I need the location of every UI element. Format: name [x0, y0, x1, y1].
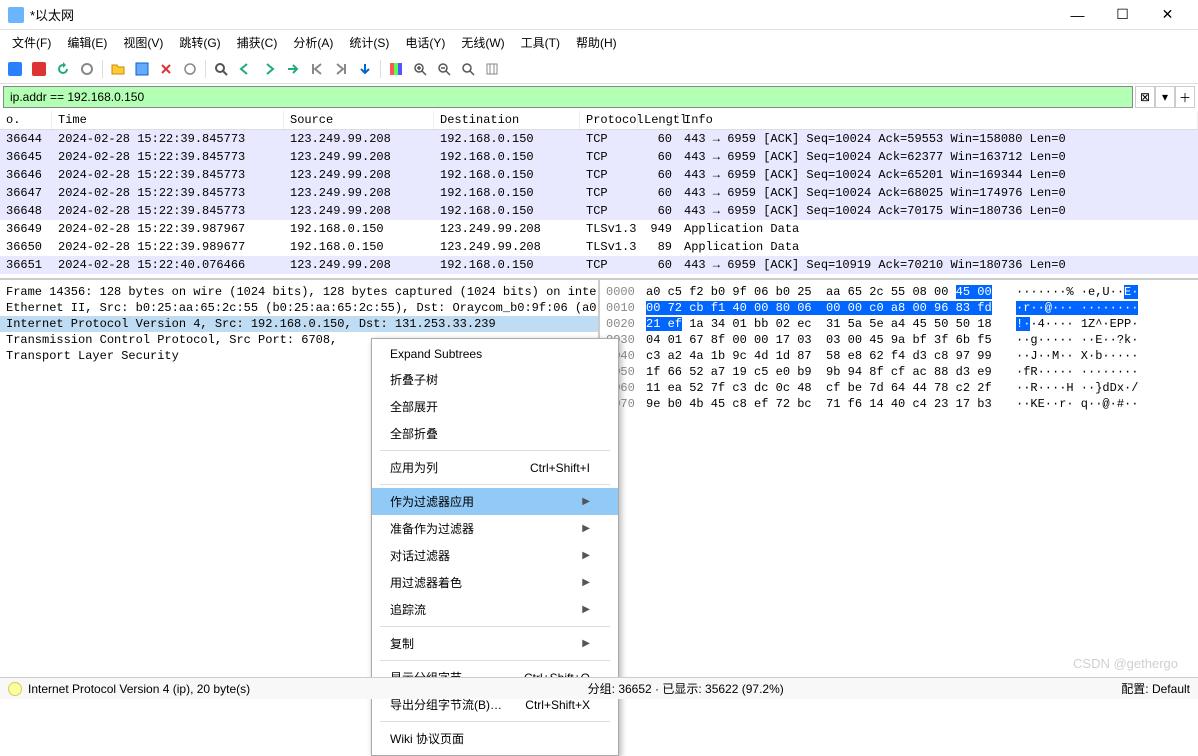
status-right: 配置: Default: [1121, 680, 1190, 697]
col-no[interactable]: o.: [0, 111, 52, 129]
menu-item[interactable]: 分析(A): [285, 32, 341, 53]
menu-item[interactable]: 文件(F): [4, 32, 59, 53]
auto-scroll-icon[interactable]: [354, 58, 376, 80]
context-menu-item[interactable]: 追踪流▶: [372, 596, 618, 623]
zoom-out-icon[interactable]: [433, 58, 455, 80]
stop-capture-icon[interactable]: [28, 58, 50, 80]
capture-options-icon[interactable]: [76, 58, 98, 80]
prev-icon[interactable]: [234, 58, 256, 80]
clear-filter-button[interactable]: ⊠: [1135, 86, 1155, 108]
toolbar: [0, 54, 1198, 84]
context-menu-item[interactable]: 作为过滤器应用▶: [372, 488, 618, 515]
window-title: *以太网: [30, 5, 1055, 24]
find-icon[interactable]: [210, 58, 232, 80]
packet-row[interactable]: 366452024-02-28 15:22:39.845773123.249.9…: [0, 148, 1198, 166]
context-menu-item[interactable]: 复制▶: [372, 630, 618, 657]
menu-item[interactable]: 视图(V): [115, 32, 171, 53]
first-icon[interactable]: [306, 58, 328, 80]
expert-info-icon[interactable]: [8, 682, 22, 696]
last-icon[interactable]: [330, 58, 352, 80]
filter-bar: ⊠ ▾ ＋: [0, 84, 1198, 110]
goto-icon[interactable]: [282, 58, 304, 80]
menu-item[interactable]: 电话(Y): [397, 32, 453, 53]
context-menu-item[interactable]: 用过滤器着色▶: [372, 569, 618, 596]
close-button[interactable]: ✕: [1145, 0, 1190, 30]
packet-row[interactable]: 366512024-02-28 15:22:40.076466123.249.9…: [0, 256, 1198, 274]
menu-item[interactable]: 无线(W): [453, 32, 512, 53]
tree-node[interactable]: Frame 14356: 128 bytes on wire (1024 bit…: [0, 284, 598, 300]
app-icon: [8, 7, 24, 23]
packet-row[interactable]: 366462024-02-28 15:22:39.845773123.249.9…: [0, 166, 1198, 184]
restart-capture-icon[interactable]: [52, 58, 74, 80]
zoom-reset-icon[interactable]: [457, 58, 479, 80]
reload-icon[interactable]: [179, 58, 201, 80]
titlebar: *以太网 — ☐ ✕: [0, 0, 1198, 30]
context-menu-item[interactable]: Expand Subtrees: [372, 342, 618, 366]
packet-row[interactable]: 366502024-02-28 15:22:39.989677192.168.0…: [0, 238, 1198, 256]
next-icon[interactable]: [258, 58, 280, 80]
col-info[interactable]: Info: [678, 111, 1198, 129]
col-dst[interactable]: Destination: [434, 111, 580, 129]
context-menu-item[interactable]: 全部折叠: [372, 420, 618, 447]
context-menu-item[interactable]: 准备作为过滤器▶: [372, 515, 618, 542]
context-menu-item[interactable]: 对话过滤器▶: [372, 542, 618, 569]
packet-list[interactable]: o. Time Source Destination Protocol Leng…: [0, 110, 1198, 278]
close-file-icon[interactable]: [155, 58, 177, 80]
packet-row[interactable]: 366492024-02-28 15:22:39.987967192.168.0…: [0, 220, 1198, 238]
menu-item[interactable]: 跳转(G): [171, 32, 228, 53]
save-file-icon[interactable]: [131, 58, 153, 80]
context-menu-item[interactable]: 应用为列Ctrl+Shift+I: [372, 454, 618, 481]
menubar: 文件(F)编辑(E)视图(V)跳转(G)捕获(C)分析(A)统计(S)电话(Y)…: [0, 30, 1198, 54]
col-time[interactable]: Time: [52, 111, 284, 129]
col-src[interactable]: Source: [284, 111, 434, 129]
context-menu-item[interactable]: 折叠子树: [372, 366, 618, 393]
context-menu-item[interactable]: 全部展开: [372, 393, 618, 420]
start-capture-icon[interactable]: [4, 58, 26, 80]
tree-node[interactable]: Internet Protocol Version 4, Src: 192.16…: [0, 316, 598, 332]
tree-node[interactable]: Ethernet II, Src: b0:25:aa:65:2c:55 (b0:…: [0, 300, 598, 316]
col-len[interactable]: Lengtl: [638, 111, 678, 129]
menu-item[interactable]: 编辑(E): [59, 32, 115, 53]
add-filter-button[interactable]: ＋: [1175, 86, 1195, 108]
menu-item[interactable]: 统计(S): [341, 32, 397, 53]
watermark: CSDN @gethergo: [1073, 656, 1178, 671]
status-mid: 分组: 36652 · 已显示: 35622 (97.2%): [588, 680, 784, 697]
display-filter-input[interactable]: [3, 86, 1133, 108]
context-menu-item[interactable]: Wiki 协议页面: [372, 725, 618, 752]
minimize-button[interactable]: —: [1055, 0, 1100, 30]
menu-item[interactable]: 工具(T): [513, 32, 568, 53]
col-proto[interactable]: Protocol: [580, 111, 638, 129]
apply-filter-button[interactable]: ▾: [1155, 86, 1175, 108]
packet-bytes-hex[interactable]: 0000a0 c5 f2 b0 9f 06 b0 25 aa 65 2c 55 …: [600, 280, 1198, 668]
menu-item[interactable]: 捕获(C): [229, 32, 286, 53]
statusbar: Internet Protocol Version 4 (ip), 20 byt…: [0, 677, 1198, 699]
colorize-icon[interactable]: [385, 58, 407, 80]
open-file-icon[interactable]: [107, 58, 129, 80]
menu-item[interactable]: 帮助(H): [568, 32, 625, 53]
packet-row[interactable]: 366472024-02-28 15:22:39.845773123.249.9…: [0, 184, 1198, 202]
packet-row[interactable]: 366442024-02-28 15:22:39.845773123.249.9…: [0, 130, 1198, 148]
packet-row[interactable]: 366482024-02-28 15:22:39.845773123.249.9…: [0, 202, 1198, 220]
status-left: Internet Protocol Version 4 (ip), 20 byt…: [28, 682, 250, 696]
packet-list-header: o. Time Source Destination Protocol Leng…: [0, 110, 1198, 130]
resize-columns-icon[interactable]: [481, 58, 503, 80]
window-controls: — ☐ ✕: [1055, 0, 1190, 30]
maximize-button[interactable]: ☐: [1100, 0, 1145, 30]
zoom-in-icon[interactable]: [409, 58, 431, 80]
